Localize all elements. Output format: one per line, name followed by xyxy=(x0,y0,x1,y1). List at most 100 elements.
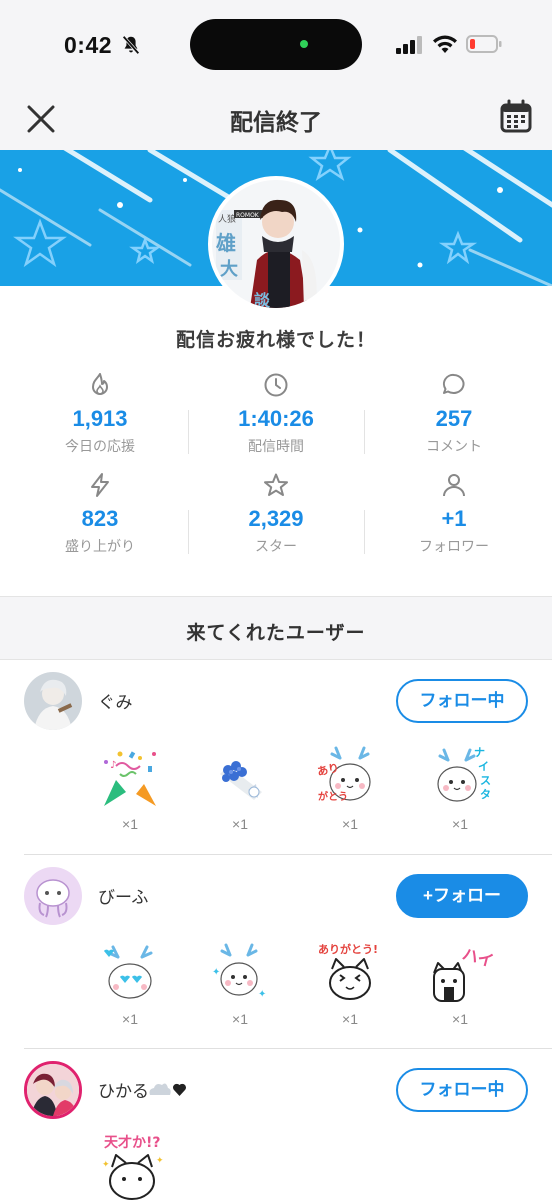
gift-count: ×1 xyxy=(122,816,138,832)
username: ぐみ xyxy=(98,693,133,712)
stat-duration: 1:40:26 配信時間 xyxy=(188,372,364,456)
gift-item: ナ イ ス タ ×1 xyxy=(420,744,500,832)
stat-divider xyxy=(364,410,365,454)
svg-text:談: 談 xyxy=(254,291,271,308)
gift-item: ♪ ×1 xyxy=(90,744,170,832)
gift-count: ×1 xyxy=(122,1011,138,1027)
visitors-section-header: 来てくれたユーザー xyxy=(0,596,552,660)
stat-support: 1,913 今日の応援 xyxy=(12,372,188,456)
gift-item: あり がとう ×1 xyxy=(310,744,390,832)
stat-label: 盛り上がり xyxy=(65,538,135,554)
gift-item: ×1 xyxy=(90,939,170,1027)
party-popper-gift-icon: ♪ xyxy=(104,751,156,806)
gift-item: ありがとう! ×1 xyxy=(310,939,390,1027)
svg-text:✦: ✦ xyxy=(102,1160,110,1170)
clock-time: 0:42 xyxy=(64,32,113,58)
following-button[interactable]: フォロー中 xyxy=(396,679,528,723)
avatar[interactable] xyxy=(24,672,82,730)
avatar[interactable] xyxy=(24,867,82,925)
gift-count: ×1 xyxy=(342,816,358,832)
stat-label: スター xyxy=(255,538,297,554)
stat-excitement: 823 盛り上がり xyxy=(12,472,188,556)
svg-text:♪: ♪ xyxy=(110,760,116,771)
stat-label: 配信時間 xyxy=(248,438,304,454)
svg-text:大: 大 xyxy=(220,258,238,280)
stat-label: 今日の応援 xyxy=(65,438,135,454)
dynamic-island xyxy=(190,19,362,70)
follow-button[interactable]: +フォロー xyxy=(396,874,528,918)
streamer-illustration: 人狼 雄 大 ROMOK 談 xyxy=(212,180,340,308)
stat-divider xyxy=(364,510,365,554)
person-icon xyxy=(443,474,465,497)
svg-text:がとう: がとう xyxy=(318,790,348,803)
nav-header: 配信終了 xyxy=(0,90,552,150)
cat-hai-gift-icon: ハイ! xyxy=(433,944,494,1002)
gift-item: ✦ ✦ ×1 xyxy=(200,939,280,1027)
svg-text:✦: ✦ xyxy=(212,967,220,978)
svg-text:✦: ✦ xyxy=(258,989,266,1000)
svg-text:イ: イ xyxy=(478,760,489,773)
stat-value: 823 xyxy=(81,506,119,531)
calendar-icon[interactable] xyxy=(498,99,534,135)
svg-text:雄: 雄 xyxy=(215,231,236,255)
gift-count: ×1 xyxy=(232,1011,248,1027)
flame-icon xyxy=(92,373,108,395)
stat-value: 257 xyxy=(435,406,473,431)
deer-heart-gift-icon xyxy=(104,945,153,999)
stat-followers: +1 フォロワー xyxy=(366,472,542,556)
deer-nice-gift-icon: ナ イ ス タ xyxy=(437,746,491,802)
username: ひかる xyxy=(98,1082,149,1101)
cat-thanks-gift-icon: ありがとう! xyxy=(318,942,378,1000)
page-title: 配信終了 xyxy=(230,109,322,135)
stat-value: 1:40:26 xyxy=(238,406,314,431)
camera-indicator-dot xyxy=(300,40,308,48)
stat-label: コメント xyxy=(426,438,482,454)
stat-comments: 257 コメント xyxy=(366,372,542,456)
gift-count: ×1 xyxy=(342,1011,358,1027)
username: びーふ xyxy=(98,888,149,907)
star-icon xyxy=(264,473,288,496)
lightning-icon xyxy=(91,473,109,497)
svg-text:天才か!?: 天才か!? xyxy=(104,1134,161,1151)
svg-text:ス: ス xyxy=(480,774,491,787)
avatar-image xyxy=(24,672,82,730)
svg-text:人狼: 人狼 xyxy=(218,213,236,225)
streamer-avatar[interactable]: 人狼 雄 大 ROMOK 談 xyxy=(208,176,344,312)
svg-text:ありがとう!: ありがとう! xyxy=(318,942,378,956)
comment-icon xyxy=(442,373,465,394)
bell-mute-icon xyxy=(122,35,140,55)
visitor-row: ひかる フォロー中 天才か!? ✦ ✦ xyxy=(0,1049,552,1200)
cellular-signal-icon xyxy=(396,36,422,54)
svg-text:✦: ✦ xyxy=(156,1156,164,1166)
deer-thanks-gift-icon: あり がとう xyxy=(316,746,371,803)
visitor-row: ぐみ フォロー中 ♪ ×1 ×1 あり がとう ×1 ナ イ ス タ ×1 xyxy=(0,660,552,854)
battery-low-icon xyxy=(466,35,502,53)
deer-sparkle-gift-icon: ✦ ✦ xyxy=(212,943,266,1000)
visitor-row: びーふ +フォロー ×1 ✦ ✦ ×1 ありがとう! ×1 ハイ! ×1 xyxy=(0,855,552,1048)
gift-item: ×1 xyxy=(200,744,280,832)
stat-value: 1,913 xyxy=(72,406,128,431)
gift-item: 天才か!? ✦ ✦ xyxy=(92,1133,172,1200)
wifi-icon xyxy=(433,35,457,53)
bouquet-gift-icon xyxy=(220,761,262,800)
stream-finished-message: 配信お疲れ様でした！ xyxy=(175,330,376,351)
svg-text:ハイ!: ハイ! xyxy=(460,944,494,972)
avatar[interactable] xyxy=(24,1061,82,1119)
avatar-image xyxy=(27,1064,79,1116)
cloud-heart-emoji-icon xyxy=(149,1083,186,1096)
section-title: 来てくれたユーザー xyxy=(186,623,366,644)
stat-stars: 2,329 スター xyxy=(188,472,364,556)
gift-item: ハイ! ×1 xyxy=(420,939,500,1027)
stat-label: フォロワー xyxy=(419,538,489,554)
svg-text:ROMOK: ROMOK xyxy=(236,212,260,219)
avatar-image xyxy=(24,867,82,925)
svg-text:ナ: ナ xyxy=(474,746,485,759)
gift-count: ×1 xyxy=(452,1011,468,1027)
gift-count: ×1 xyxy=(232,816,248,832)
svg-text:タ: タ xyxy=(480,788,491,801)
clock-icon xyxy=(264,373,288,397)
stat-value: +1 xyxy=(441,506,467,531)
cat-genius-gift-icon: 天才か!? ✦ ✦ xyxy=(102,1134,164,1200)
following-button[interactable]: フォロー中 xyxy=(396,1068,528,1112)
gift-count: ×1 xyxy=(452,816,468,832)
